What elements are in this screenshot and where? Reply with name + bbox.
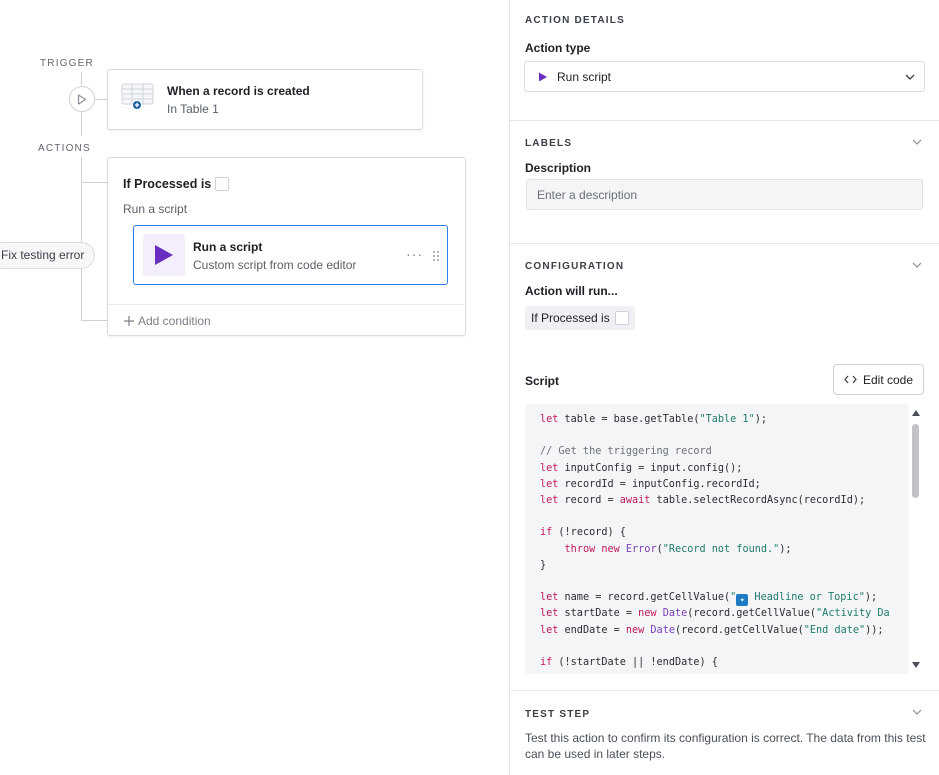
play-icon: [539, 72, 547, 82]
chevron-down-icon[interactable]: [912, 709, 922, 715]
play-outline-icon: [77, 93, 87, 105]
edit-code-label: Edit code: [862, 372, 914, 387]
script-step-subtitle: Custom script from code editor: [193, 258, 357, 272]
play-icon: [155, 245, 173, 265]
chevron-down-icon: [905, 74, 915, 80]
condition-token-checkbox: [614, 311, 629, 325]
run-script-label: Run a script: [123, 202, 188, 216]
scroll-thumb[interactable]: [912, 424, 919, 498]
connector-line: [81, 320, 107, 321]
description-label: Description: [525, 161, 592, 175]
condition-token: If Processed is: [525, 306, 635, 330]
cell-field-icon: ✦: [736, 594, 749, 607]
action-details-panel: ACTION DETAILS Action type Run script LA…: [509, 0, 939, 775]
script-label: Script: [525, 374, 560, 388]
trigger-title: When a record is created: [167, 84, 310, 98]
more-options-button[interactable]: ···: [406, 246, 423, 262]
divider: [510, 690, 939, 691]
action-will-run-label: Action will run...: [525, 284, 618, 298]
labels-heading: LABELS: [525, 138, 573, 149]
action-type-value: Run script: [557, 70, 612, 84]
scroll-down-icon[interactable]: [912, 662, 920, 668]
script-code-viewer[interactable]: let table = base.getTable("Table 1"); //…: [525, 404, 909, 674]
code-brackets-icon: [844, 375, 857, 384]
table-plus-icon: [121, 83, 154, 110]
connector-line: [81, 72, 82, 86]
drag-handle-icon[interactable]: [432, 250, 440, 262]
chevron-down-icon[interactable]: [912, 262, 922, 268]
condition-checkbox: [215, 177, 230, 191]
connector-line: [95, 99, 107, 100]
scroll-up-icon[interactable]: [912, 410, 920, 416]
automation-canvas: TRIGGER ACTIONS When a record is created…: [0, 0, 509, 775]
script-step-title: Run a script: [193, 240, 263, 254]
divider: [510, 120, 939, 121]
script-step-icon-box: [143, 234, 185, 276]
actions-section-label: ACTIONS: [38, 143, 91, 154]
configuration-heading: CONFIGURATION: [525, 261, 625, 272]
condition-title-row: If Processed is: [123, 177, 230, 191]
action-type-select[interactable]: Run script: [524, 61, 925, 92]
code-scrollbar[interactable]: [909, 404, 923, 674]
fix-testing-error-button[interactable]: Fix testing error: [0, 242, 96, 269]
connector-line: [81, 112, 82, 136]
add-condition-button[interactable]: Add condition: [108, 304, 465, 336]
connector-line: [81, 182, 107, 183]
action-type-label: Action type: [525, 41, 591, 55]
trigger-subtitle: In Table 1: [167, 102, 219, 116]
test-step-heading: TEST STEP: [525, 709, 591, 720]
edit-code-button[interactable]: Edit code: [833, 364, 924, 395]
plus-icon: [124, 316, 134, 326]
script-code: let table = base.getTable("Table 1"); //…: [540, 414, 890, 669]
divider: [510, 243, 939, 244]
add-condition-label: Add condition: [138, 314, 211, 328]
run-script-step[interactable]: Run a script Custom script from code edi…: [133, 225, 448, 285]
test-step-description: Test this action to confirm its configur…: [525, 731, 926, 761]
chevron-down-icon[interactable]: [912, 139, 922, 145]
run-trigger-button[interactable]: [69, 86, 95, 112]
condition-title: If Processed is: [123, 177, 212, 191]
action-details-heading: ACTION DETAILS: [525, 15, 625, 26]
trigger-card[interactable]: When a record is created In Table 1: [107, 69, 423, 130]
trigger-section-label: TRIGGER: [40, 58, 94, 69]
condition-token-text: If Processed is: [531, 311, 610, 325]
description-input[interactable]: [526, 179, 923, 210]
